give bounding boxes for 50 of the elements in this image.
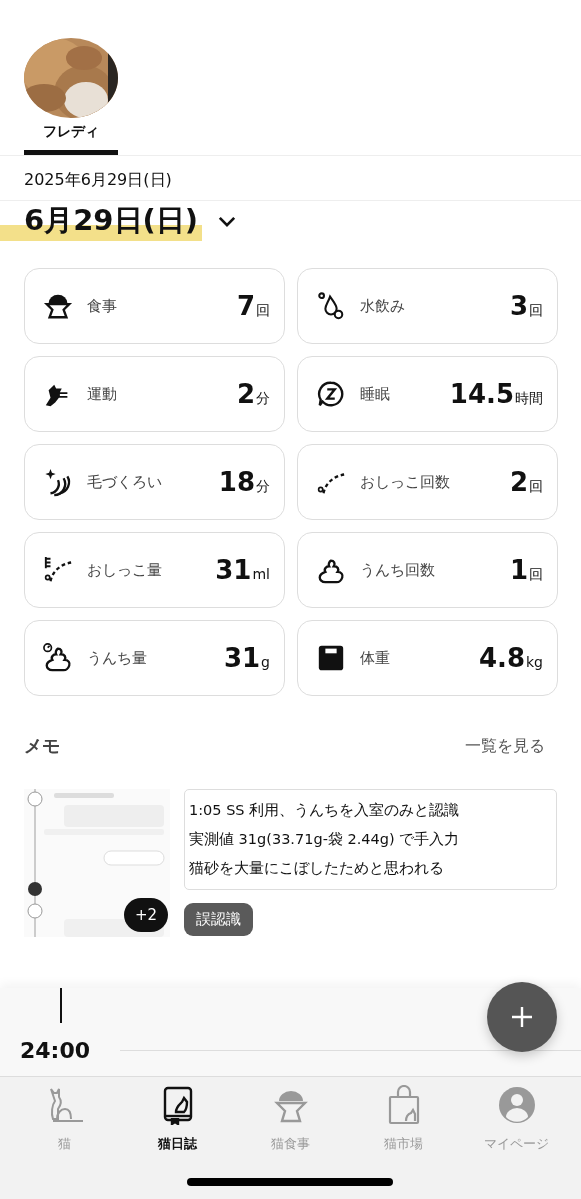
stat-card[interactable]: うんち量 31g (24, 620, 285, 696)
stat-label: 睡眠 (360, 383, 391, 405)
stat-value: 18分 (218, 467, 270, 497)
stat-label: 食事 (87, 295, 118, 317)
stat-card[interactable]: 水飲み 3 回 (297, 268, 558, 344)
stat-card[interactable]: 食事 7 回 (24, 268, 285, 344)
stat-label: うんち回数 (360, 559, 436, 581)
poop-icon (43, 643, 73, 673)
stat-value: 2 回 (509, 467, 543, 497)
stat-label: うんち量 (87, 647, 148, 669)
sleep-icon (316, 379, 346, 409)
stat-value: 3 回 (509, 291, 543, 321)
drops-icon (316, 291, 346, 321)
scale-icon (316, 643, 346, 673)
user-icon (496, 1085, 537, 1125)
plus-icon (510, 1005, 534, 1029)
chevron-down-icon[interactable] (218, 215, 237, 227)
add-button[interactable] (487, 982, 557, 1052)
stat-value: 14.5時間 (449, 379, 543, 409)
stat-value: 2 分 (236, 379, 270, 409)
stat-label: 運動 (87, 383, 118, 405)
section-title: メモ (24, 734, 60, 758)
stat-card[interactable]: おしっこ量 31 ml (24, 532, 285, 608)
stat-label: 体重 (360, 647, 391, 669)
stat-card[interactable]: うんち回数 1 回 (297, 532, 558, 608)
stat-card[interactable]: 運動 2 分 (24, 356, 285, 432)
stat-card[interactable]: 毛づくろい 18分 (24, 444, 285, 520)
stat-label: おしっこ回数 (360, 471, 451, 493)
cat-name: フレディ (43, 123, 99, 141)
see-all-link[interactable]: 一覧を見る (465, 735, 545, 757)
timeline-bar (60, 988, 62, 1023)
stat-card[interactable]: 体重 4.8 kg (297, 620, 558, 696)
memo-line: 1:05 SS 利用、うんちを入室のみと認識 (189, 801, 460, 820)
nav-tab[interactable]: 猫日誌 (121, 1077, 234, 1199)
cat-tab[interactable]: フレディ (24, 38, 118, 155)
memo-line: 猫砂を大量にこぼしたためと思われる (189, 859, 444, 878)
stat-card[interactable]: 睡眠 14.5時間 (297, 356, 558, 432)
time-label: 24:00 (20, 1038, 91, 1063)
stat-value: 4.8 kg (478, 643, 543, 673)
stat-card[interactable]: おしっこ回数 2 回 (297, 444, 558, 520)
stat-label: おしっこ量 (87, 559, 163, 581)
stat-value: 7 回 (236, 291, 270, 321)
stat-value: 1 回 (509, 555, 543, 585)
stat-label: 水飲み (360, 295, 406, 317)
stat-label: 毛づくろい (87, 471, 163, 493)
memo-line: 実測値 31g(33.71g-袋 2.44g) で手入力 (189, 830, 460, 849)
date-label: 2025年6月29日(日) (0, 156, 581, 201)
stat-value: 31 ml (215, 555, 270, 585)
memo-tag[interactable]: 誤認識 (184, 903, 253, 936)
stat-value: 31g (223, 643, 270, 673)
